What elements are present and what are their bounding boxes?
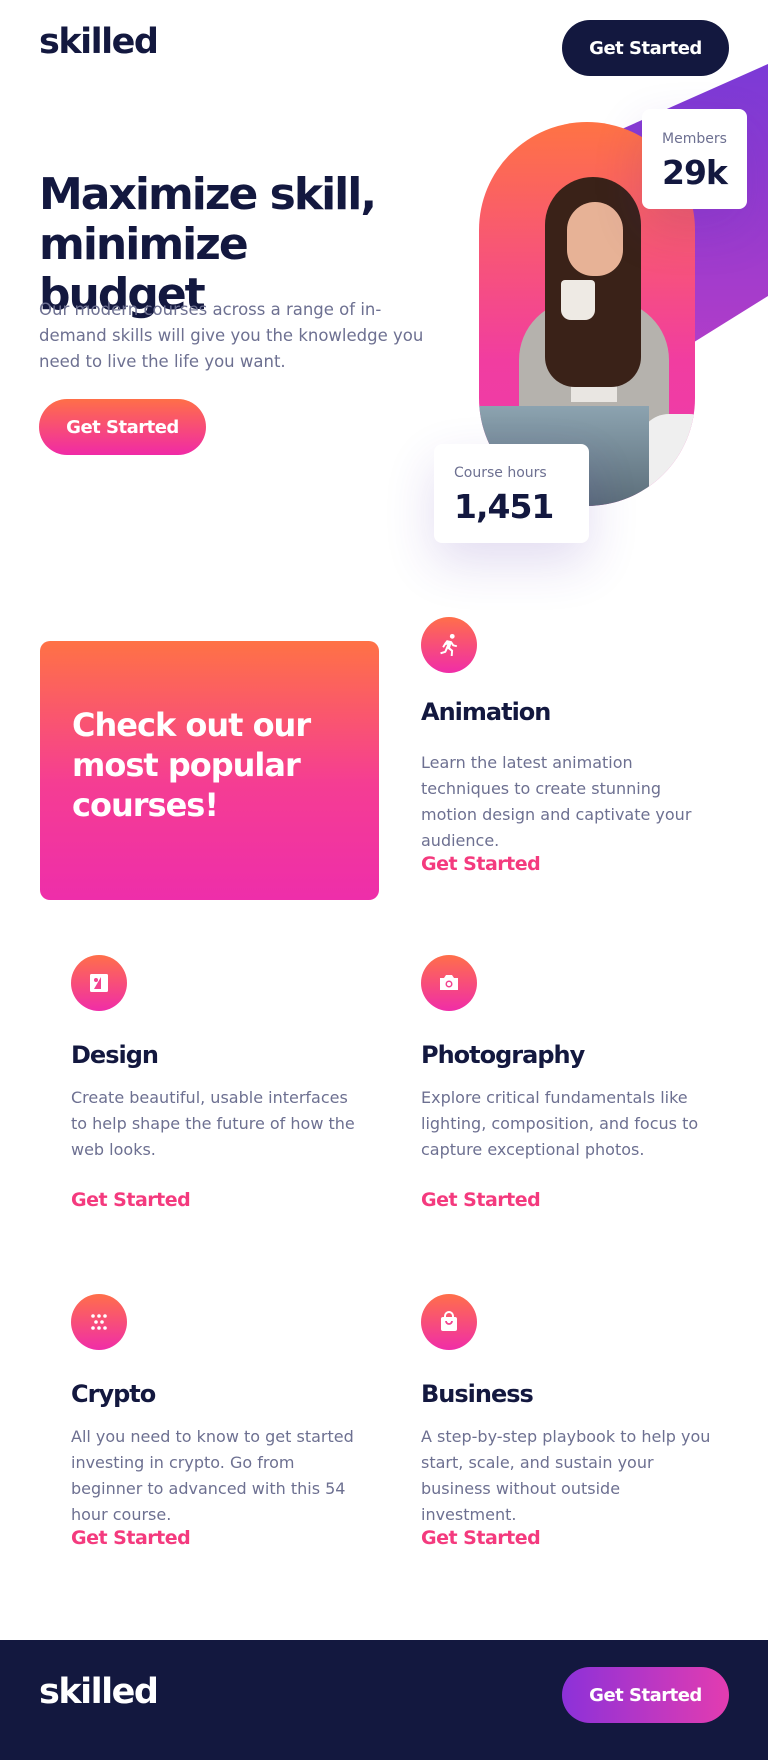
course-get-started-link[interactable]: Get Started (71, 1189, 191, 1211)
footer-get-started-button[interactable]: Get Started (562, 1667, 729, 1723)
course-hours-label: Course hours (454, 465, 547, 481)
footer: skilled Get Started (0, 1640, 768, 1760)
camera-icon (421, 955, 477, 1011)
course-title: Business (421, 1380, 534, 1408)
course-title: Photography (421, 1041, 585, 1069)
course-hours-value: 1,451 (454, 487, 554, 526)
course-get-started-link[interactable]: Get Started (421, 1527, 541, 1549)
header-get-started-button[interactable]: Get Started (562, 20, 729, 76)
course-description: Create beautiful, usable interfaces to h… (71, 1088, 355, 1159)
logo[interactable]: skilled (39, 22, 159, 62)
course-description: A step-by-step playbook to help you star… (421, 1427, 711, 1524)
course-get-started-link[interactable]: Get Started (421, 853, 541, 875)
course-description: All you need to know to get started inve… (71, 1427, 354, 1524)
hero-get-started-button[interactable]: Get Started (39, 399, 206, 455)
members-value: 29k (662, 153, 728, 192)
course-description: Learn the latest animation techniques to… (421, 753, 692, 850)
shopping-bag-icon (421, 1294, 477, 1350)
hero-description: Our modern courses across a range of in-… (39, 300, 424, 371)
crypto-icon (71, 1294, 127, 1350)
course-title: Design (71, 1041, 159, 1069)
popular-courses-card: Check out our most popular courses! (40, 641, 379, 900)
footer-logo[interactable]: skilled (39, 1672, 159, 1712)
course-title: Crypto (71, 1380, 156, 1408)
course-get-started-link[interactable]: Get Started (421, 1189, 541, 1211)
course-description: Explore critical fundamentals like light… (421, 1088, 699, 1159)
course-get-started-link[interactable]: Get Started (71, 1527, 191, 1549)
popular-courses-heading: Check out our most popular courses! (72, 706, 311, 824)
members-stat-card: Members 29k (642, 109, 747, 209)
running-person-icon (421, 617, 477, 673)
course-title: Animation (421, 698, 551, 726)
design-icon (71, 955, 127, 1011)
course-hours-stat-card: Course hours 1,451 (434, 444, 589, 543)
members-label: Members (662, 131, 727, 147)
